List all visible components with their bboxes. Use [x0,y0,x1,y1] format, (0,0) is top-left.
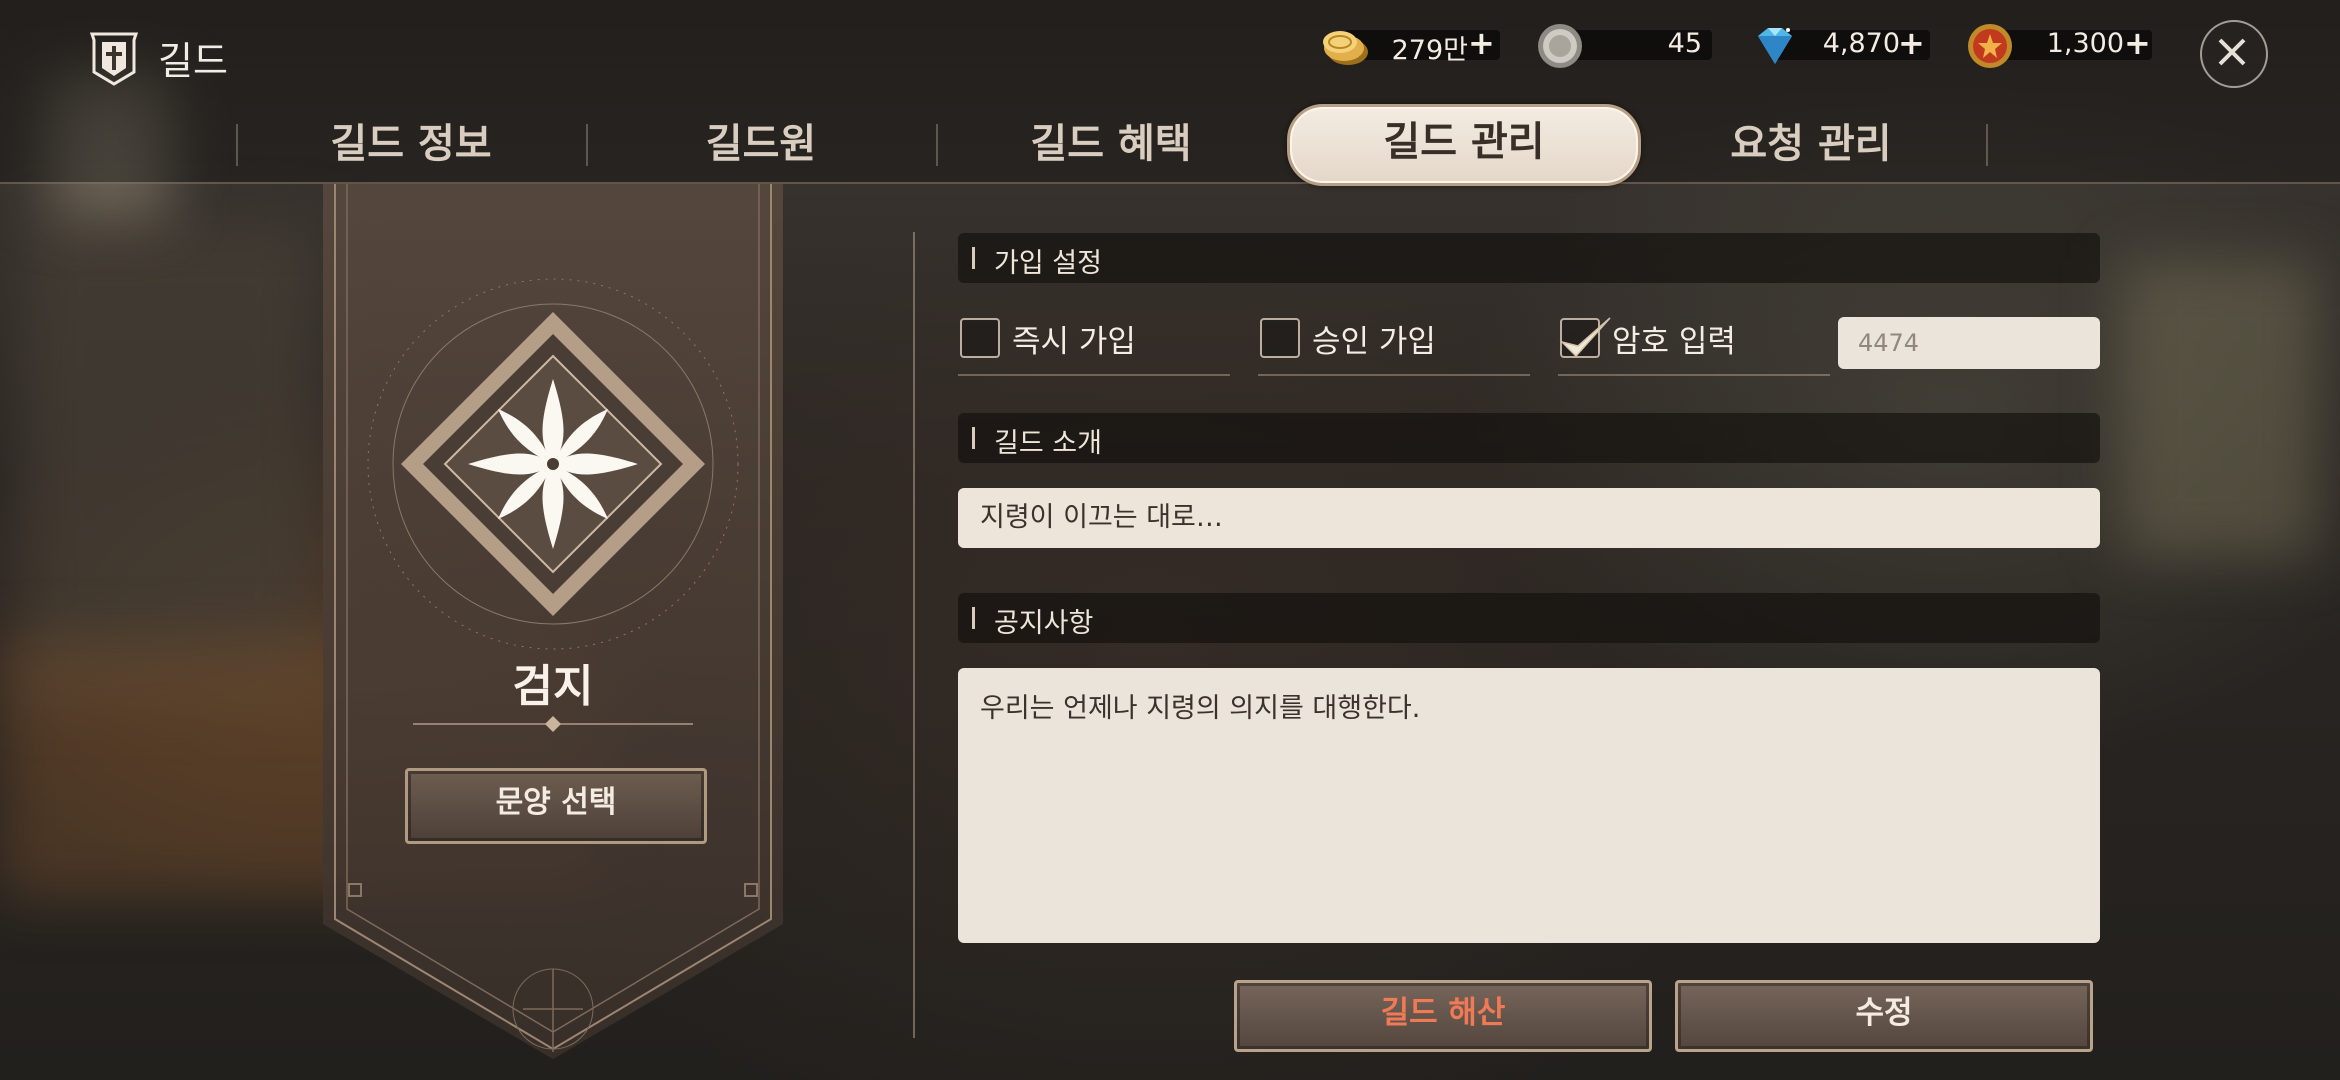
instant-join-checkbox[interactable] [960,318,1000,358]
option-approval-join[interactable]: 승인 가입 [1258,306,1530,376]
guild-shield-icon [89,32,139,86]
close-button[interactable] [2200,20,2268,88]
ruby-value: 1,300 [2046,28,2124,59]
tab-guild-management[interactable]: 길드 관리 [1287,104,1641,186]
background-shelf [20,220,320,700]
gold-value: 279만 [1391,35,1468,66]
silver-coin-icon [1538,24,1582,68]
background-bottles [2120,260,2320,560]
disband-guild-button[interactable]: 길드 해산 [1234,980,1652,1052]
guild-intro-field[interactable]: 지령이 이끄는 대로… [958,488,2100,548]
checkmark-icon [1559,317,1611,358]
silver-value: 45 [1667,28,1702,59]
guild-intro-title: 길드 소개 [994,428,1102,459]
close-icon [2218,38,2246,66]
red-medal-icon [1968,24,2012,68]
join-settings-header: 가입 설정 [958,233,2100,283]
notice-header: 공지사항 [958,593,2100,643]
tab-request-management[interactable]: 요청 관리 [1636,108,1986,184]
tab-separator [1986,124,1988,166]
diamond-value: 4,870 [1822,28,1900,59]
currency-ruby[interactable]: 1,300 + [1966,22,2152,68]
guild-name: 검지 [512,661,594,712]
gold-coins-icon [1323,31,1368,65]
tab-guild-info[interactable]: 길드 정보 [236,108,586,184]
notice-title: 공지사항 [994,608,1094,639]
currency-silver[interactable]: 45 [1536,22,1712,68]
edit-label: 수정 [1855,995,1913,1031]
password-entry-checkbox[interactable] [1559,317,1611,358]
currency-gold[interactable]: 279만 + [1318,22,1500,66]
gold-plus-icon[interactable]: + [1468,24,1495,62]
panel-divider [913,232,915,1038]
guild-intro-header: 길드 소개 [958,413,2100,463]
select-pattern-button[interactable]: 문양 선택 [405,768,707,844]
currency-diamond[interactable]: 4,870 + [1748,22,1930,66]
option-password-entry[interactable]: 암호 입력 [1558,306,1830,376]
notice-field[interactable]: 우리는 언제나 지령의 의지를 대행한다. [958,668,2100,943]
instant-join-label: 즉시 가입 [1012,324,1136,360]
approval-join-label: 승인 가입 [1312,324,1436,360]
approval-join-checkbox[interactable] [1260,318,1300,358]
disband-guild-label: 길드 해산 [1380,995,1506,1031]
edit-button[interactable]: 수정 [1675,980,2093,1052]
diamond-plus-icon[interactable]: + [1898,24,1925,62]
password-input[interactable] [1838,317,2100,369]
option-instant-join[interactable]: 즉시 가입 [958,306,1230,376]
diamond-icon [1758,28,1792,64]
tab-guild-members[interactable]: 길드원 [586,108,936,184]
password-entry-label: 암호 입력 [1612,324,1736,360]
join-settings-title: 가입 설정 [994,248,1102,279]
app-title: 길드 [158,39,228,83]
ruby-plus-icon[interactable]: + [2124,24,2151,62]
tab-guild-benefits[interactable]: 길드 혜택 [936,108,1286,184]
guild-banner [323,184,783,1059]
